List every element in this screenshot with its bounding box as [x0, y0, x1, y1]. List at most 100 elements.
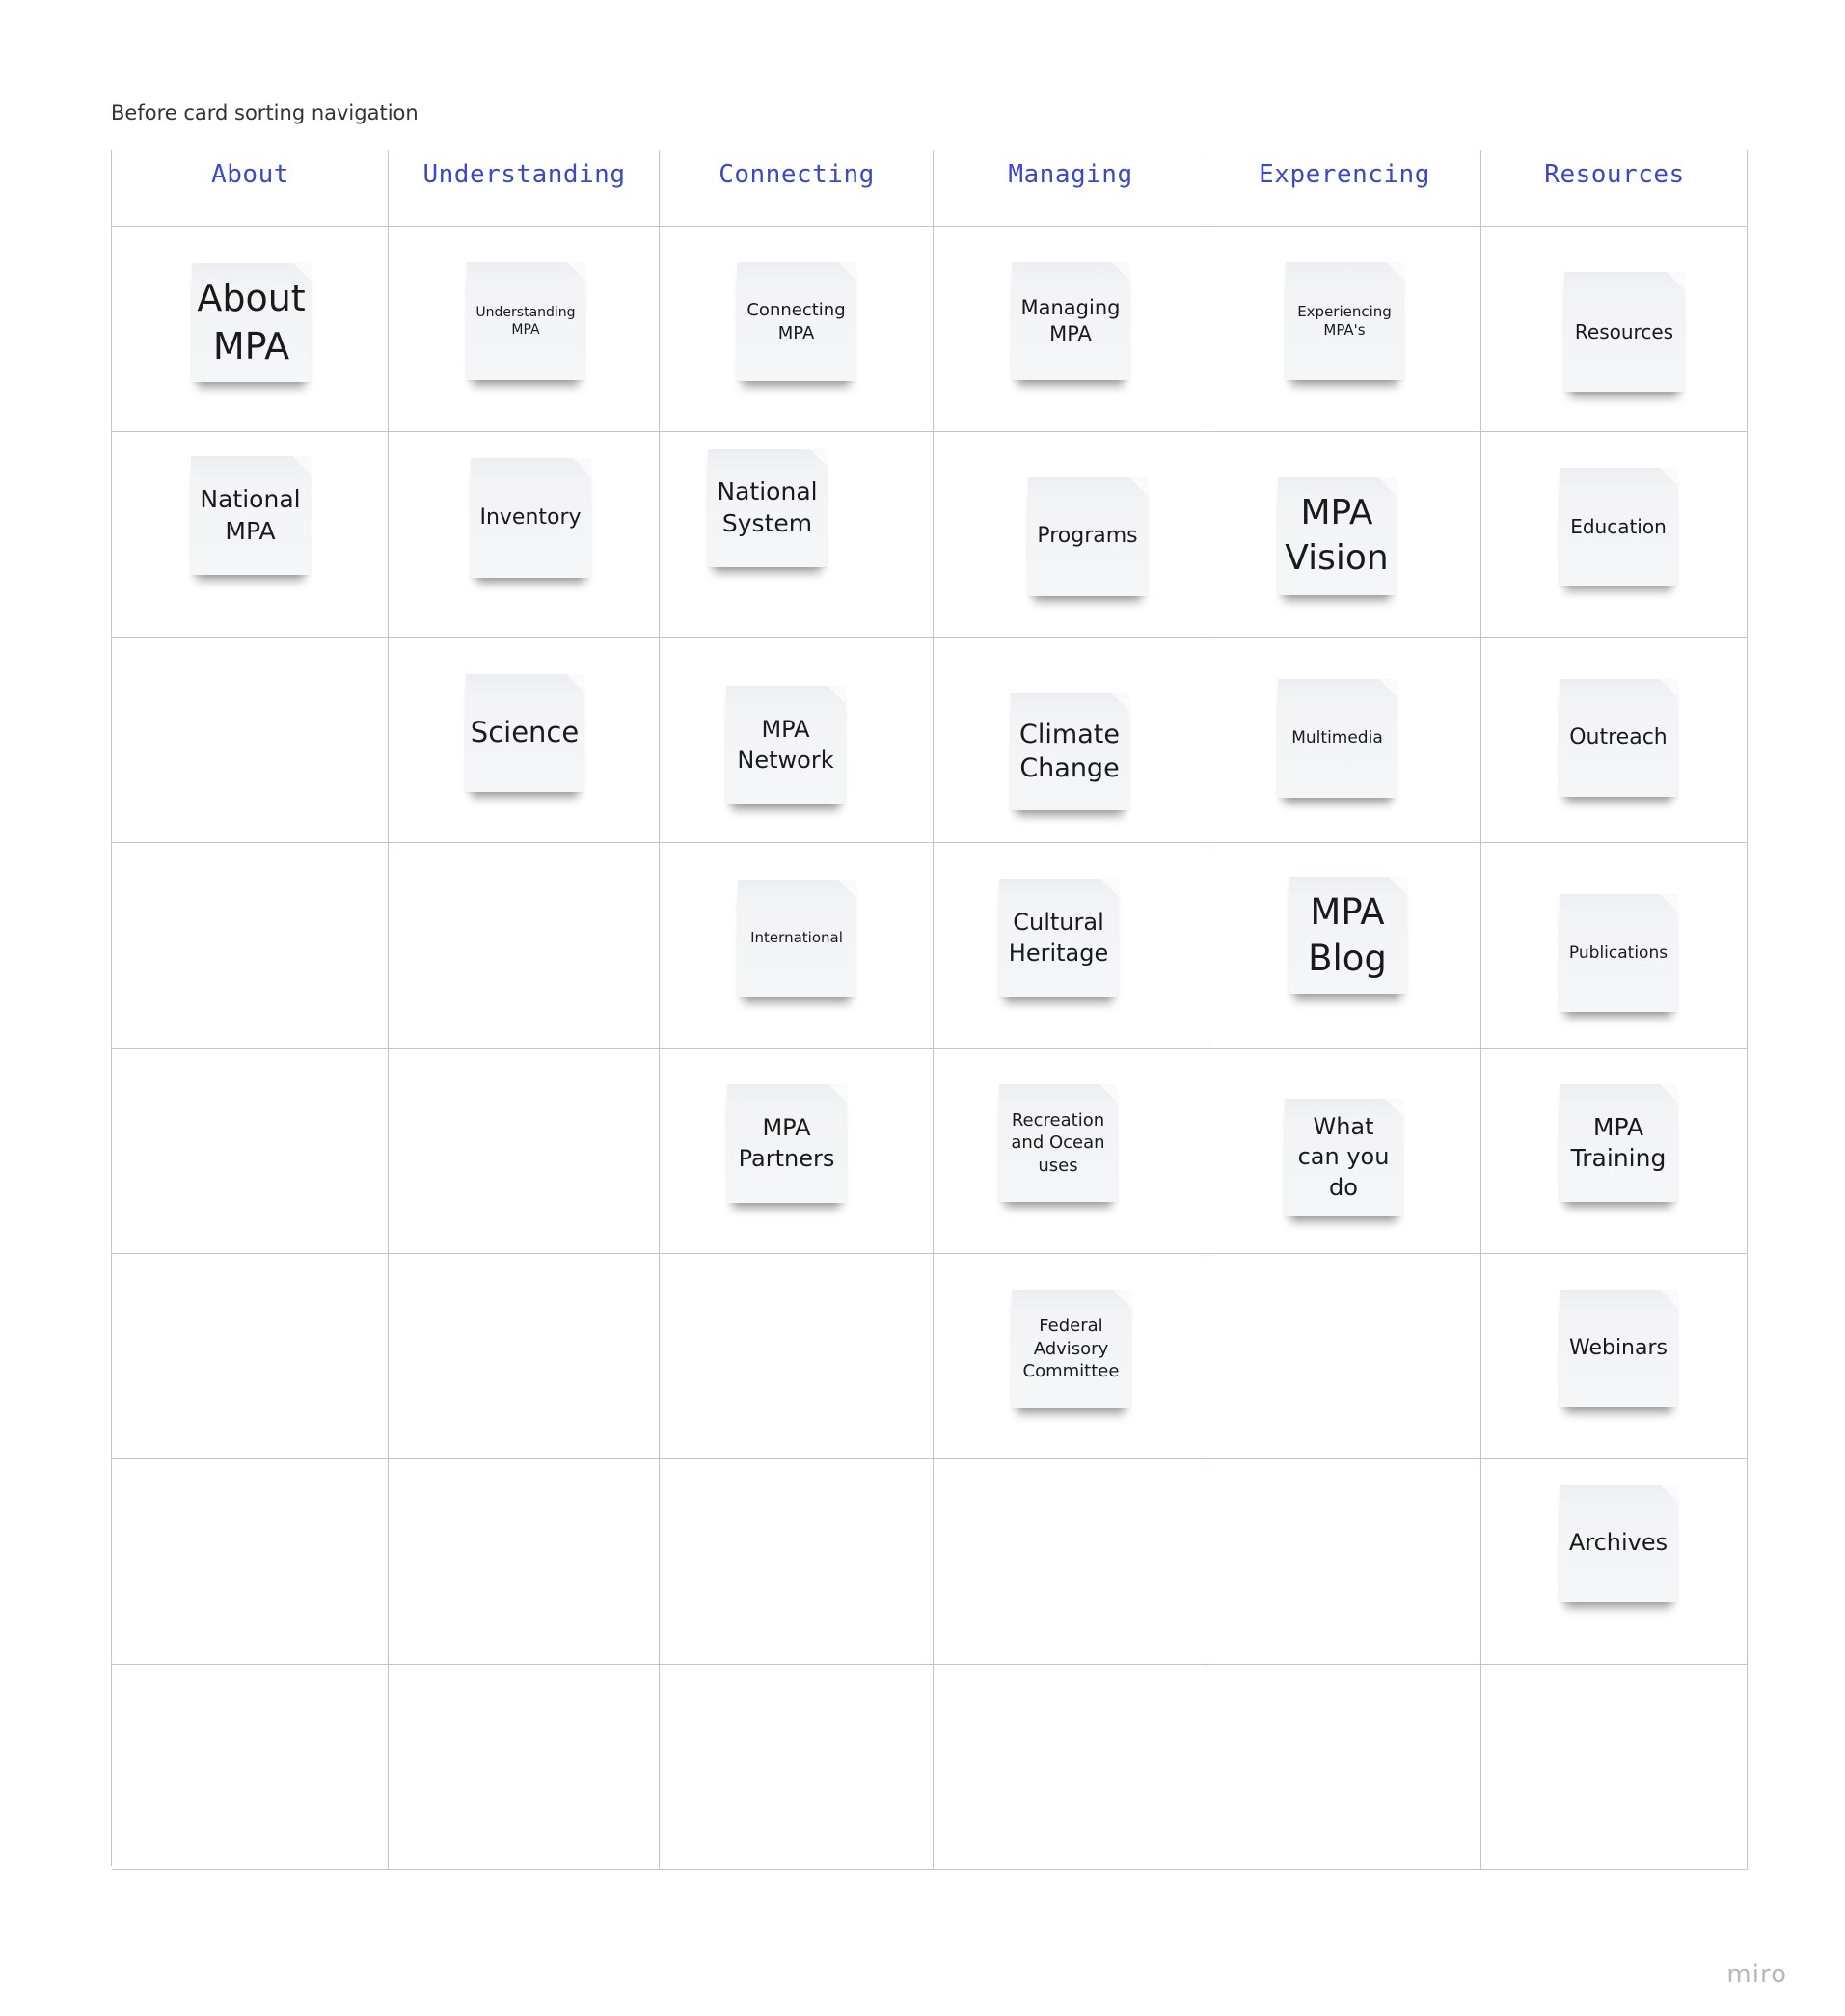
- sticky-note[interactable]: Understanding MPA: [467, 262, 584, 380]
- sticky-fold: [1660, 1485, 1677, 1502]
- column-header-experencing[interactable]: Experencing: [1207, 150, 1481, 227]
- sticky-note[interactable]: Recreation and Ocean uses: [999, 1084, 1117, 1202]
- sticky-fold: [1660, 894, 1677, 912]
- sticky-note-text: Understanding MPA: [475, 304, 576, 338]
- grid-cell: [112, 1459, 389, 1665]
- sticky-note-text: Webinars: [1568, 1335, 1668, 1360]
- sticky-fold: [1112, 262, 1129, 280]
- grid-cell: [389, 1665, 660, 1870]
- sticky-note[interactable]: MPA Vision: [1278, 477, 1396, 595]
- sticky-fold: [838, 262, 855, 280]
- grid-cell: [1481, 1665, 1748, 1870]
- sticky-fold: [1389, 877, 1406, 894]
- sticky-fold: [292, 456, 310, 474]
- sticky-fold: [1660, 468, 1677, 485]
- sticky-note-text: MPA Network: [737, 716, 834, 774]
- sticky-note-text: Publications: [1568, 942, 1669, 963]
- grid-cell: [112, 1049, 389, 1254]
- sticky-fold: [1099, 1084, 1117, 1102]
- sticky-note-text: Education: [1570, 515, 1667, 538]
- grid-cell: [112, 843, 389, 1049]
- sticky-note[interactable]: National System: [708, 449, 827, 567]
- sticky-note[interactable]: International: [738, 880, 855, 997]
- sticky-note[interactable]: Outreach: [1560, 679, 1677, 797]
- sticky-fold: [1385, 1099, 1402, 1116]
- sticky-fold: [828, 1084, 846, 1102]
- sticky-note[interactable]: Climate Change: [1011, 693, 1128, 810]
- grid-cell: [112, 638, 389, 843]
- sticky-note-text: Recreation and Ocean uses: [1011, 1109, 1105, 1176]
- column-header-resources[interactable]: Resources: [1481, 150, 1748, 227]
- grid-cell: [389, 1254, 660, 1459]
- column-header-about[interactable]: About: [112, 150, 389, 227]
- card-sort-board: About About MPA National MPA Understanding U…: [111, 150, 1748, 1870]
- sticky-note-text: Programs: [1037, 524, 1138, 549]
- sticky-note[interactable]: Cultural Heritage: [999, 879, 1118, 997]
- sticky-fold: [1100, 879, 1118, 896]
- sticky-note-text: What can you do: [1297, 1113, 1390, 1201]
- sticky-fold: [1660, 679, 1677, 696]
- sticky-note[interactable]: MPA Training: [1560, 1084, 1677, 1202]
- grid-cell: [1207, 1459, 1481, 1665]
- sticky-note[interactable]: MPA Partners: [727, 1084, 846, 1203]
- sticky-note-text: Federal Advisory Committee: [1022, 1316, 1120, 1382]
- sticky-note-text: Climate Change: [1019, 719, 1120, 783]
- sticky-fold: [828, 686, 845, 703]
- sticky-note[interactable]: Publications: [1560, 894, 1677, 1012]
- column-header-connecting[interactable]: Connecting: [660, 150, 934, 227]
- sticky-note[interactable]: Resources: [1564, 272, 1684, 392]
- sticky-note[interactable]: Programs: [1028, 477, 1147, 596]
- sticky-note-text: Cultural Heritage: [1008, 909, 1109, 967]
- sticky-fold: [1113, 1290, 1130, 1307]
- sticky-note[interactable]: Multimedia: [1278, 679, 1397, 798]
- grid-cell: [389, 843, 660, 1049]
- grid-cell: [112, 1254, 389, 1459]
- sticky-note[interactable]: Connecting MPA: [737, 262, 855, 381]
- sticky-note-text: Connecting MPA: [746, 300, 846, 343]
- sticky-note-text: Archives: [1568, 1529, 1669, 1557]
- sticky-fold: [1660, 1084, 1677, 1102]
- sticky-fold: [809, 449, 827, 466]
- sticky-note-text: Science: [470, 716, 580, 749]
- sticky-fold: [1660, 1290, 1677, 1307]
- sticky-note-text: National MPA: [200, 485, 301, 545]
- sticky-note-text: MPA Vision: [1285, 493, 1389, 578]
- sticky-note-text: International: [750, 929, 843, 947]
- sticky-note[interactable]: Inventory: [471, 458, 590, 578]
- sticky-note-text: MPA Partners: [738, 1114, 835, 1172]
- grid-cell: [1207, 1254, 1481, 1459]
- column-header-managing[interactable]: Managing: [934, 150, 1207, 227]
- sticky-note[interactable]: About MPA: [192, 263, 311, 382]
- sticky-note-text: Outreach: [1569, 724, 1668, 749]
- sticky-note-text: Inventory: [479, 504, 582, 530]
- grid-cell: [660, 1665, 934, 1870]
- grid-cell: [934, 1665, 1207, 1870]
- miro-watermark: miro: [1726, 1960, 1787, 1989]
- frame-title: Before card sorting navigation: [111, 101, 419, 124]
- sticky-fold: [567, 262, 584, 280]
- sticky-note[interactable]: Federal Advisory Committee: [1012, 1290, 1130, 1408]
- sticky-note[interactable]: National MPA: [191, 456, 310, 575]
- sticky-note[interactable]: Education: [1560, 468, 1677, 586]
- column-header-understanding[interactable]: Understanding: [389, 150, 660, 227]
- sticky-fold: [293, 263, 311, 281]
- sticky-note[interactable]: What can you do: [1285, 1099, 1402, 1216]
- sticky-note-text: Experiencing MPA's: [1297, 302, 1392, 340]
- grid-cell: [934, 1459, 1207, 1665]
- sticky-note[interactable]: Experiencing MPA's: [1286, 262, 1403, 380]
- grid-cell: [660, 1254, 934, 1459]
- sticky-note[interactable]: MPA Blog: [1289, 877, 1406, 994]
- sticky-note-text: Resources: [1574, 320, 1674, 343]
- sticky-note[interactable]: Science: [466, 674, 583, 792]
- grid-cell: [660, 1459, 934, 1665]
- sticky-fold: [573, 458, 590, 476]
- grid-cell: [112, 1665, 389, 1870]
- sticky-note[interactable]: MPA Network: [726, 686, 845, 804]
- grid-cell: [389, 1049, 660, 1254]
- sticky-note-text: Multimedia: [1291, 728, 1383, 749]
- sticky-note[interactable]: Managing MPA: [1012, 262, 1129, 380]
- sticky-note[interactable]: Archives: [1560, 1485, 1677, 1602]
- sticky-fold: [1378, 477, 1396, 495]
- sticky-note[interactable]: Webinars: [1560, 1290, 1677, 1407]
- sticky-fold: [566, 674, 583, 692]
